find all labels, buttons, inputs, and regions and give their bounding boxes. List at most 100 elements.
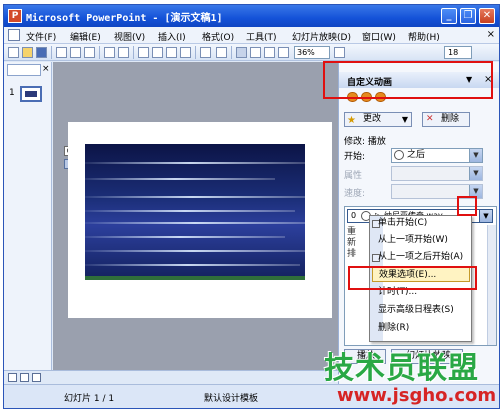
menu-bar: 文件(F) 编辑(E) 视图(V) 插入(I) 格式(O) 工具(T) 幻灯片放… xyxy=(4,27,499,44)
toolbar-separator xyxy=(133,46,134,59)
menu-remove[interactable]: 删除(R) xyxy=(378,321,409,336)
window-title: Microsoft PowerPoint - [演示文稿1] xyxy=(26,13,223,24)
change-label: 更改 xyxy=(363,114,382,124)
light-streak xyxy=(85,210,295,212)
modify-label: 修改: 播放 xyxy=(344,137,386,147)
list-scrollbar[interactable] xyxy=(487,225,496,345)
print-preview-icon[interactable] xyxy=(84,47,95,58)
chart-icon[interactable] xyxy=(236,47,247,58)
font-size-dropdown[interactable]: 18 xyxy=(444,46,472,59)
undo-icon[interactable] xyxy=(200,47,211,58)
menu-format[interactable]: 格式(O) xyxy=(202,30,234,43)
annotation-box-task-pane-title xyxy=(323,61,493,99)
zoom-dropdown[interactable]: 36% xyxy=(294,46,330,59)
chevron-down-icon: ▼ xyxy=(469,167,482,180)
view-buttons-bar xyxy=(4,370,338,384)
table-icon[interactable] xyxy=(250,47,261,58)
slide-picture[interactable] xyxy=(85,144,305,280)
annotation-box-dropdown-arrow xyxy=(457,196,477,216)
menu-help[interactable]: 帮助(H) xyxy=(408,30,440,43)
doc-close-icon[interactable]: × xyxy=(487,29,495,40)
tables-borders-icon[interactable] xyxy=(264,47,275,58)
reorder-side-text: 重 新 排 xyxy=(347,227,357,260)
copy-icon[interactable] xyxy=(152,47,163,58)
side-glyph: 新 xyxy=(347,238,357,248)
property-dropdown: ▼ xyxy=(391,166,483,181)
insert-picture-icon[interactable] xyxy=(278,47,289,58)
open-icon[interactable] xyxy=(22,47,33,58)
slides-tab[interactable] xyxy=(7,64,41,76)
paste-icon[interactable] xyxy=(166,47,177,58)
change-effect-button[interactable]: ★ 更改 ▼ xyxy=(344,112,412,127)
standard-toolbar: 36% 18 xyxy=(4,44,499,61)
menu-tools[interactable]: 工具(T) xyxy=(246,30,277,43)
speed-label: 速度: xyxy=(344,189,366,199)
chevron-down-icon: ▼ xyxy=(469,149,482,162)
spelling-icon[interactable] xyxy=(104,47,115,58)
light-streak xyxy=(85,196,305,198)
clock-icon xyxy=(394,150,404,160)
slideshow-view-icon[interactable] xyxy=(32,373,41,382)
start-dropdown[interactable]: 之后 ▼ xyxy=(391,148,483,163)
minimize-button[interactable]: _ xyxy=(441,8,457,24)
toolbar-separator xyxy=(99,46,100,59)
animation-order: 0 xyxy=(351,211,357,220)
redo-icon[interactable] xyxy=(216,47,227,58)
menu-start-on-click[interactable]: 单击开始(C) xyxy=(378,216,427,231)
property-label: 属性 xyxy=(344,171,363,181)
slide-thumbnail[interactable] xyxy=(20,86,42,102)
pane-close-icon[interactable]: × xyxy=(42,64,50,74)
menu-insert[interactable]: 插入(I) xyxy=(158,30,186,43)
status-slide-count: 幻灯片 1 / 1 xyxy=(64,394,115,404)
light-streak xyxy=(85,162,305,164)
slides-pane: × 1 xyxy=(4,62,52,370)
research-icon[interactable] xyxy=(118,47,129,58)
light-streak xyxy=(85,250,305,252)
light-streak xyxy=(85,178,275,180)
format-painter-icon[interactable] xyxy=(180,47,191,58)
slide-sorter-icon[interactable] xyxy=(20,373,29,382)
menu-window[interactable]: 窗口(W) xyxy=(362,30,396,43)
grass-strip xyxy=(85,276,305,280)
delete-effect-button[interactable]: ✕ 删除 xyxy=(422,112,470,127)
slide-number: 1 xyxy=(9,88,15,98)
menu-view[interactable]: 视图(V) xyxy=(114,30,145,43)
menu-slideshow[interactable]: 幻灯片放映(D) xyxy=(292,30,351,43)
slide-canvas[interactable] xyxy=(68,122,332,318)
permission-icon[interactable] xyxy=(56,47,67,58)
watermark-title: 技术员联盟 xyxy=(324,351,479,386)
slide-editing-area: 0 xyxy=(53,62,338,370)
light-streak xyxy=(85,236,285,238)
delete-label: 删除 xyxy=(441,114,460,124)
document-icon[interactable] xyxy=(8,29,20,41)
restore-button[interactable]: ❐ xyxy=(460,8,476,24)
side-glyph: 排 xyxy=(347,249,357,259)
toolbar-separator xyxy=(195,46,196,59)
cut-icon[interactable] xyxy=(138,47,149,58)
menu-file[interactable]: 文件(F) xyxy=(26,30,56,43)
menu-start-with-previous[interactable]: 从上一项开始(W) xyxy=(378,233,448,248)
toolbar-separator xyxy=(51,46,52,59)
powerpoint-app-icon[interactable]: P xyxy=(8,9,22,23)
start-label: 开始: xyxy=(344,152,366,162)
watermark-url: www.jsgho.com xyxy=(337,385,497,406)
side-glyph: 重 xyxy=(347,227,357,237)
item-dropdown-arrow-icon[interactable]: ▼ xyxy=(479,210,492,222)
menu-show-advanced-timeline[interactable]: 显示高级日程表(S) xyxy=(378,303,454,318)
new-icon[interactable] xyxy=(8,47,19,58)
light-streak xyxy=(85,222,305,224)
normal-view-icon[interactable] xyxy=(8,373,17,382)
menu-edit[interactable]: 编辑(E) xyxy=(70,30,101,43)
title-bar: P Microsoft PowerPoint - [演示文稿1] _ ❐ ✕ xyxy=(4,5,499,27)
close-button[interactable]: ✕ xyxy=(479,8,495,24)
annotation-box-effect-options xyxy=(348,266,477,290)
delete-icon: ✕ xyxy=(426,114,434,124)
save-icon[interactable] xyxy=(36,47,47,58)
menu-start-after-previous[interactable]: 从上一项之后开始(A) xyxy=(378,250,463,265)
status-design-template: 默认设计模板 xyxy=(204,394,259,404)
star-icon: ★ xyxy=(347,115,356,126)
help-icon[interactable] xyxy=(334,47,345,58)
chevron-down-icon: ▼ xyxy=(401,115,408,124)
toolbar-separator xyxy=(231,46,232,59)
print-icon[interactable] xyxy=(70,47,81,58)
